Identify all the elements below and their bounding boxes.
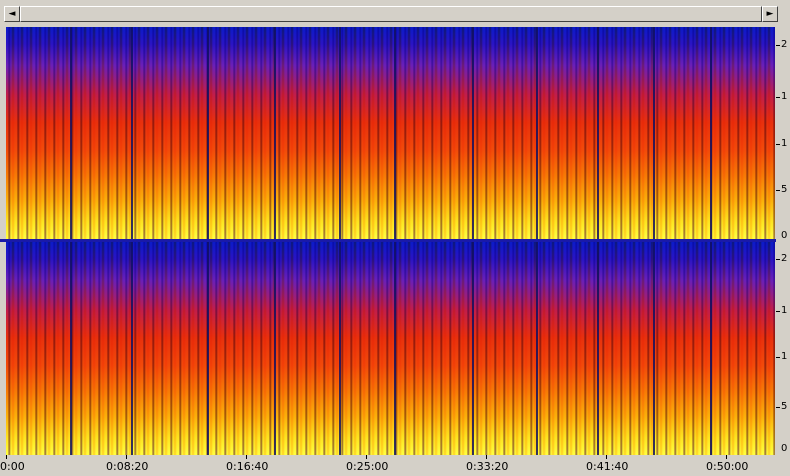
segment-boundary bbox=[207, 27, 209, 239]
time-label: 0:33:20 bbox=[466, 460, 509, 473]
scroll-left-arrow-icon[interactable]: ◄ bbox=[4, 6, 20, 22]
time-tick bbox=[486, 455, 487, 459]
horizontal-scrollbar[interactable]: ◄ ► bbox=[0, 0, 790, 24]
segment-boundary bbox=[710, 242, 712, 455]
freq-tick bbox=[776, 144, 780, 145]
time-tick bbox=[246, 455, 247, 459]
segment-boundary bbox=[536, 242, 538, 455]
freq-label: 2 bbox=[781, 39, 788, 50]
freq-label: 5 bbox=[781, 184, 788, 195]
freq-label: 0 bbox=[781, 443, 788, 454]
segment-boundary bbox=[339, 27, 341, 239]
time-tick bbox=[606, 455, 607, 459]
freq-tick bbox=[776, 407, 780, 408]
segment-boundary bbox=[274, 27, 276, 239]
segment-boundary bbox=[394, 27, 396, 239]
freq-tick bbox=[776, 357, 780, 358]
time-tick bbox=[6, 455, 7, 459]
time-label: 0:25:00 bbox=[346, 460, 389, 473]
freq-label: 1 bbox=[781, 91, 788, 102]
segment-boundary bbox=[274, 242, 276, 455]
freq-label: 1 bbox=[781, 305, 788, 316]
freq-tick bbox=[776, 45, 780, 46]
time-label: 0:08:20 bbox=[106, 460, 149, 473]
segment-boundary bbox=[472, 27, 474, 239]
freq-tick bbox=[776, 259, 780, 260]
time-label: 0:00 bbox=[0, 460, 25, 473]
spectrogram-channel-1[interactable] bbox=[6, 27, 775, 239]
freq-tick bbox=[776, 311, 780, 312]
freq-label: 1 bbox=[781, 351, 788, 362]
segment-boundary bbox=[536, 27, 538, 239]
time-label: 0:41:40 bbox=[586, 460, 629, 473]
segment-boundary bbox=[597, 242, 599, 455]
time-tick bbox=[126, 455, 127, 459]
time-tick bbox=[366, 455, 367, 459]
freq-label: 1 bbox=[781, 138, 788, 149]
scrollbar-thumb[interactable] bbox=[20, 6, 762, 22]
segment-boundary bbox=[207, 242, 209, 455]
time-label: 0:16:40 bbox=[226, 460, 269, 473]
segment-boundary bbox=[472, 242, 474, 455]
segment-boundary bbox=[597, 27, 599, 239]
spectrogram-texture bbox=[6, 242, 775, 455]
segment-boundary bbox=[653, 242, 655, 455]
frequency-ruler: 2 1 1 5 0 2 1 1 5 0 bbox=[776, 27, 790, 455]
freq-tick bbox=[776, 190, 780, 191]
segment-boundary bbox=[710, 27, 712, 239]
spectrogram-channel-2[interactable] bbox=[6, 242, 775, 455]
time-ruler: 0:00 0:08:20 0:16:40 0:25:00 0:33:20 0:4… bbox=[0, 455, 790, 476]
scroll-right-arrow-icon[interactable]: ► bbox=[762, 6, 778, 22]
time-label: 0:50:00 bbox=[706, 460, 749, 473]
freq-tick bbox=[776, 97, 780, 98]
freq-label: 5 bbox=[781, 401, 788, 412]
spectrogram-texture bbox=[6, 27, 775, 239]
freq-label: 2 bbox=[781, 253, 788, 264]
freq-label: 0 bbox=[781, 230, 788, 241]
segment-boundary bbox=[653, 27, 655, 239]
segment-boundary bbox=[131, 242, 133, 455]
segment-boundary bbox=[131, 27, 133, 239]
segment-boundary bbox=[339, 242, 341, 455]
segment-boundary bbox=[70, 242, 72, 455]
segment-boundary bbox=[394, 242, 396, 455]
time-tick bbox=[726, 455, 727, 459]
segment-boundary bbox=[70, 27, 72, 239]
